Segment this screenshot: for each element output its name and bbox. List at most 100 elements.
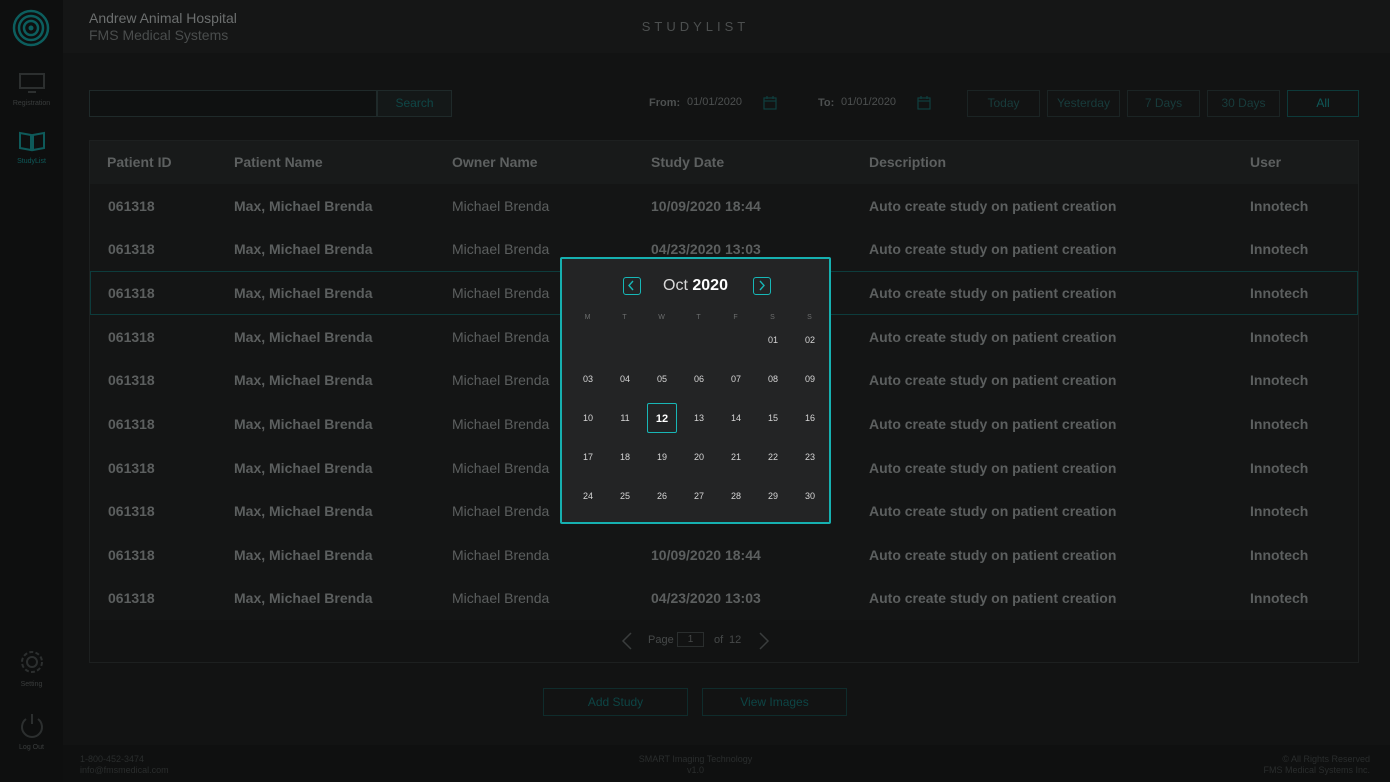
- calendar-day[interactable]: 15: [758, 403, 788, 433]
- previous-page-icon[interactable]: [620, 632, 634, 650]
- footer-company: FMS Medical Systems Inc.: [1263, 765, 1370, 775]
- column-header[interactable]: Owner Name: [452, 154, 538, 170]
- table-cell-patient: Max, Michael Brenda: [234, 198, 373, 214]
- table-cell-id: 061318: [108, 547, 155, 563]
- calendar-day[interactable]: 20: [684, 442, 714, 472]
- table-cell-id: 061318: [108, 241, 155, 257]
- table-header: Patient ID Patient Name Owner Name Study…: [90, 141, 1358, 184]
- table-cell-user: Innotech: [1250, 372, 1309, 388]
- sidebar-item-logout[interactable]: Log Out: [0, 712, 63, 751]
- view-images-button[interactable]: View Images: [702, 688, 847, 716]
- sidebar-item-label: Log Out: [19, 744, 44, 751]
- calendar-month: Oct: [663, 277, 688, 294]
- footer-rights: © All Rights Reserved: [1282, 754, 1370, 764]
- table-cell-user: Innotech: [1250, 460, 1309, 476]
- book-icon: [18, 131, 45, 152]
- table-cell-desc: Auto create study on patient creation: [869, 503, 1117, 519]
- calendar-day[interactable]: 22: [758, 442, 788, 472]
- yesterday-button[interactable]: Yesterday: [1047, 90, 1120, 117]
- all-button[interactable]: All: [1287, 90, 1359, 117]
- column-header[interactable]: Patient ID: [107, 154, 172, 170]
- calendar-day[interactable]: 23: [795, 442, 825, 472]
- calendar-day[interactable]: 11: [610, 403, 640, 433]
- calendar-day[interactable]: 24: [573, 481, 603, 511]
- calendar-day[interactable]: 07: [721, 364, 751, 394]
- footer-version: v1.0: [686, 765, 704, 775]
- calendar-day[interactable]: 13: [684, 403, 714, 433]
- page-number-input[interactable]: 1: [677, 632, 704, 647]
- calendar-day[interactable]: 17: [573, 442, 603, 472]
- table-cell-owner: Michael Brenda: [452, 590, 550, 606]
- calendar-day[interactable]: 09: [795, 364, 825, 394]
- from-date-field[interactable]: 01/01/2020: [687, 96, 742, 108]
- gear-icon: [20, 651, 43, 673]
- calendar-day[interactable]: 27: [684, 481, 714, 511]
- footer-copyright: © All Rights Reserved FMS Medical System…: [1263, 754, 1370, 776]
- search-button[interactable]: Search: [377, 90, 452, 117]
- next-month-button[interactable]: [753, 277, 771, 295]
- 7-days-button[interactable]: 7 Days: [1127, 90, 1200, 117]
- date-picker-popup[interactable]: Oct 2020 M T W T F S S 01 02 03 04 05 06 07 08 09 10 11 12…: [560, 257, 831, 524]
- page-of-label: of: [714, 634, 724, 646]
- calendar-day[interactable]: 02: [795, 325, 825, 355]
- table-cell-desc: Auto create study on patient creation: [869, 198, 1117, 214]
- column-header[interactable]: Study Date: [651, 154, 724, 170]
- table-cell-owner: Michael Brenda: [452, 460, 550, 476]
- table-cell-owner: Michael Brenda: [452, 198, 550, 214]
- column-header[interactable]: Description: [869, 154, 946, 170]
- calendar-day[interactable]: 21: [721, 442, 751, 472]
- table-row[interactable]: 061318 Max, Michael Brenda Michael Brenda 0…: [90, 576, 1358, 620]
- calendar-day[interactable]: 26: [647, 481, 677, 511]
- table-cell-user: Innotech: [1250, 547, 1309, 563]
- 30-days-button[interactable]: 30 Days: [1207, 90, 1280, 117]
- table-row[interactable]: 061318 Max, Michael Brenda Michael Brenda 1…: [90, 184, 1358, 228]
- table-cell-id: 061318: [108, 372, 155, 388]
- calendar-year: 2020: [692, 277, 728, 294]
- table-cell-desc: Auto create study on patient creation: [869, 241, 1117, 257]
- calendar-day[interactable]: 28: [721, 481, 751, 511]
- page-title: STUDYLIST: [641, 19, 750, 34]
- table-cell-user: Innotech: [1250, 241, 1309, 257]
- today-button[interactable]: Today: [967, 90, 1040, 117]
- table-cell-patient: Max, Michael Brenda: [234, 416, 373, 432]
- sidebar-item-studylist[interactable]: StudyList: [0, 130, 63, 165]
- table-row[interactable]: 061318 Max, Michael Brenda Michael Brenda 1…: [90, 533, 1358, 577]
- calendar-day[interactable]: 08: [758, 364, 788, 394]
- calendar-day[interactable]: 29: [758, 481, 788, 511]
- calendar-day[interactable]: 30: [795, 481, 825, 511]
- table-cell-desc: Auto create study on patient creation: [869, 460, 1117, 476]
- table-cell-date: 10/09/2020 18:44: [651, 198, 761, 214]
- next-page-icon[interactable]: [757, 632, 771, 650]
- weekday-label: S: [770, 314, 775, 321]
- calendar-day[interactable]: 19: [647, 442, 677, 472]
- calendar-day[interactable]: 01: [758, 325, 788, 355]
- to-date-field[interactable]: 01/01/2020: [841, 96, 896, 108]
- table-cell-id: 061318: [108, 416, 155, 432]
- column-header[interactable]: User: [1250, 154, 1281, 170]
- calendar-icon[interactable]: [917, 96, 931, 110]
- table-cell-desc: Auto create study on patient creation: [869, 547, 1117, 563]
- table-cell-patient: Max, Michael Brenda: [234, 241, 373, 257]
- table-cell-user: Innotech: [1250, 198, 1309, 214]
- calendar-day[interactable]: 04: [610, 364, 640, 394]
- table-cell-date: 10/09/2020 18:44: [651, 547, 761, 563]
- calendar-day[interactable]: 06: [684, 364, 714, 394]
- calendar-day[interactable]: 16: [795, 403, 825, 433]
- monitor-icon: [18, 73, 45, 93]
- add-study-button[interactable]: Add Study: [543, 688, 688, 716]
- calendar-icon[interactable]: [763, 96, 777, 110]
- calendar-day[interactable]: 03: [573, 364, 603, 394]
- calendar-day[interactable]: 18: [610, 442, 640, 472]
- table-cell-user: Innotech: [1250, 503, 1309, 519]
- calendar-day[interactable]: 05: [647, 364, 677, 394]
- weekday-label: F: [733, 314, 738, 321]
- sidebar-item-registration[interactable]: Registration: [0, 72, 63, 107]
- calendar-day[interactable]: 10: [573, 403, 603, 433]
- calendar-day[interactable]: 14: [721, 403, 751, 433]
- column-header[interactable]: Patient Name: [234, 154, 323, 170]
- table-cell-date: 04/23/2020 13:03: [651, 590, 761, 606]
- sidebar-item-setting[interactable]: Setting: [0, 649, 63, 688]
- search-input[interactable]: [89, 90, 377, 117]
- calendar-day[interactable]: 25: [610, 481, 640, 511]
- calendar-day-selected[interactable]: 12: [647, 403, 677, 433]
